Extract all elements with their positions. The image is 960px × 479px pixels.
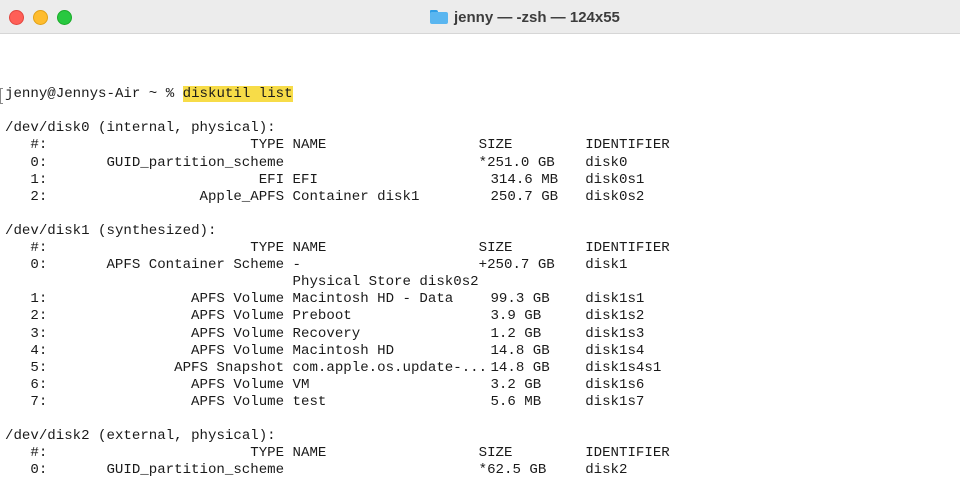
cell-id: disk1s4 xyxy=(585,342,645,359)
table-row: 0: APFS Container Scheme - +250.7 GB disk1 xyxy=(5,257,627,274)
cell-id: disk1s1 xyxy=(585,291,645,308)
table-row: 2: APFS Volume Preboot 3.9 GB disk1s2 xyxy=(5,308,644,325)
cell-type: APFS Snapshot xyxy=(174,359,285,376)
disk-title: /dev/disk0 (internal, physical): xyxy=(5,120,276,137)
cell-type: APFS Volume xyxy=(191,325,285,342)
header-id: IDENTIFIER xyxy=(585,445,670,462)
cell-size: 99.3 GB xyxy=(490,291,550,308)
cell-type: APFS Volume xyxy=(191,291,285,308)
cell-size: 3.2 GB xyxy=(490,376,542,393)
cell-size: 250.7 GB xyxy=(490,188,559,205)
cell-type: GUID_partition_scheme xyxy=(106,462,285,479)
header-type: TYPE xyxy=(250,240,285,257)
cell-name: Preboot xyxy=(292,308,352,325)
cell-id: disk1s6 xyxy=(585,376,645,393)
window-title-text: jenny — -zsh — 124x55 xyxy=(454,8,620,26)
header-size: SIZE xyxy=(478,137,513,154)
table-row: 4: APFS Volume Macintosh HD 14.8 GB disk1s4 xyxy=(5,342,644,360)
close-button[interactable] xyxy=(9,10,24,25)
cell-type: Apple_APFS xyxy=(199,188,285,205)
cell-type: GUID_partition_scheme xyxy=(106,154,285,171)
cell-type: APFS Volume xyxy=(191,308,285,325)
header-id: IDENTIFIER xyxy=(585,137,670,154)
disk-title: /dev/disk1 (synthesized): xyxy=(5,222,217,239)
cell-id: disk1 xyxy=(585,257,628,274)
cell-id: disk1s7 xyxy=(585,393,645,410)
table-row: 0: GUID_partition_scheme *251.0 GB disk0 xyxy=(5,154,627,172)
cell-type: APFS Volume xyxy=(191,342,285,359)
table-row: 3: APFS Volume Recovery 1.2 GB disk1s3 xyxy=(5,325,644,343)
header-type: TYPE xyxy=(250,445,285,462)
cell-name: Physical Store disk0s2 xyxy=(292,274,479,291)
cell-name: Macintosh HD - Data xyxy=(292,291,454,308)
cell-size: 314.6 MB xyxy=(490,171,559,188)
cell-size: 1.2 GB xyxy=(490,325,542,342)
cell-id: disk1s2 xyxy=(585,308,645,325)
cell-size: 14.8 GB xyxy=(490,342,550,359)
cell-name: test xyxy=(292,393,327,410)
cell-size: *62.5 GB xyxy=(478,462,547,479)
table-row: Physical Store disk0s2 xyxy=(5,274,479,291)
cell-type: EFI xyxy=(258,171,285,188)
cell-size: *251.0 GB xyxy=(478,154,555,171)
table-row: 1: APFS Volume Macintosh HD - Data 99.3 GB d… xyxy=(5,291,644,308)
table-row: 1: EFI EFI 314.6 MB disk0s1 xyxy=(5,171,644,189)
cell-size: 3.9 GB xyxy=(490,308,542,325)
cell-id: disk1s4s1 xyxy=(585,359,662,376)
disk-title: /dev/disk2 (external, physical): xyxy=(5,428,276,445)
table-header: #: TYPE NAME SIZE IDENTIFIER xyxy=(5,240,669,257)
header-name: NAME xyxy=(292,137,327,154)
cell-name: - xyxy=(292,257,302,274)
header-type: TYPE xyxy=(250,137,285,154)
prompt: jenny@Jennys-Air ~ % xyxy=(5,86,183,103)
header-name: NAME xyxy=(292,240,327,257)
table-header: #: TYPE NAME SIZE IDENTIFIER xyxy=(5,445,669,462)
cell-size: +250.7 GB xyxy=(478,257,555,274)
cell-id: disk0s1 xyxy=(585,171,645,188)
cell-name: EFI xyxy=(292,171,318,188)
cell-id: disk0s2 xyxy=(585,188,645,205)
prompt-mark-icon xyxy=(0,88,3,105)
terminal-output[interactable]: jenny@Jennys-Air ~ % diskutil list /dev/… xyxy=(0,52,670,479)
table-row: 2: Apple_APFS Container disk1 250.7 GB disk0… xyxy=(5,188,644,206)
cell-name: com.apple.os.update-... xyxy=(292,359,488,376)
cell-type: APFS Volume xyxy=(191,376,285,393)
cell-name: Recovery xyxy=(292,325,361,342)
table-row: 6: APFS Volume VM 3.2 GB disk1s6 xyxy=(5,376,644,394)
table-row: 7: APFS Volume test 5.6 MB disk1s7 xyxy=(5,393,644,411)
zoom-button[interactable] xyxy=(57,10,72,25)
header-size: SIZE xyxy=(478,240,513,257)
cell-id: disk0 xyxy=(585,154,628,171)
table-row: 0: GUID_partition_scheme *62.5 GB disk2 xyxy=(5,462,627,479)
cell-size: 5.6 MB xyxy=(490,393,542,410)
header-name: NAME xyxy=(292,445,327,462)
window-titlebar: jenny — -zsh — 124x55 xyxy=(0,0,960,34)
table-row: 5: APFS Snapshot com.apple.os.update-... 14… xyxy=(5,359,661,377)
cell-type: APFS Volume xyxy=(191,393,285,410)
cell-type: APFS Container Scheme xyxy=(106,257,285,274)
minimize-button[interactable] xyxy=(33,10,48,25)
cell-name: VM xyxy=(292,376,310,393)
prompt-line: jenny@Jennys-Air ~ % diskutil list xyxy=(0,86,293,105)
command: diskutil list xyxy=(182,86,293,103)
header-id: IDENTIFIER xyxy=(585,240,670,257)
cell-name: Macintosh HD xyxy=(292,342,395,359)
cell-id: disk2 xyxy=(585,462,628,479)
cell-id: disk1s3 xyxy=(585,325,645,342)
window-title: jenny — -zsh — 124x55 xyxy=(430,6,620,28)
table-header: #: TYPE NAME SIZE IDENTIFIER xyxy=(5,137,669,154)
cell-size: 14.8 GB xyxy=(490,359,550,376)
header-size: SIZE xyxy=(478,445,513,462)
folder-icon xyxy=(430,10,448,24)
cell-name: Container disk1 xyxy=(292,188,420,205)
